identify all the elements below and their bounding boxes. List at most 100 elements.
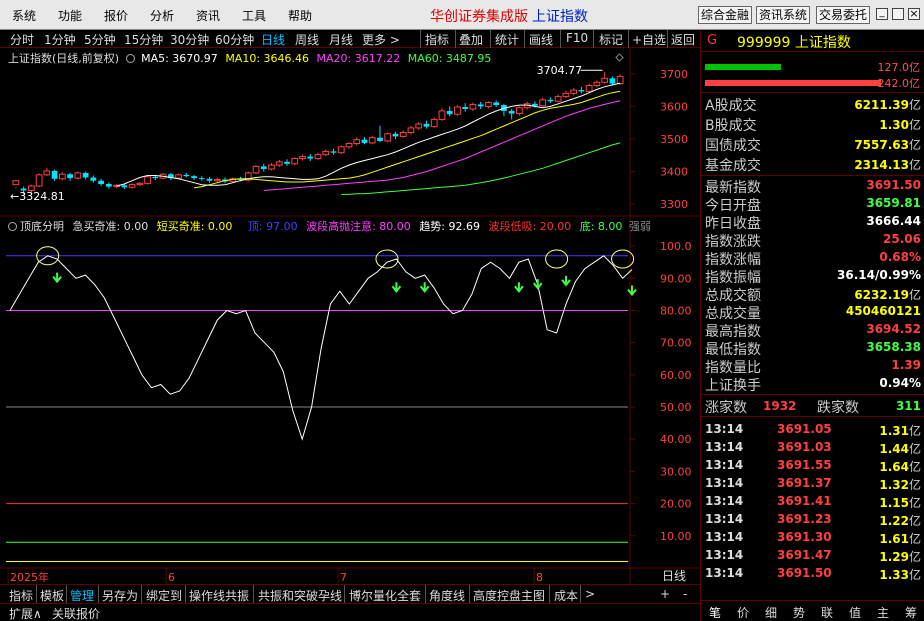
tool-draw[interactable]: 画线: [529, 31, 553, 48]
tab-divider: [469, 585, 470, 604]
y-tick-label: 3400: [660, 166, 688, 179]
period-monthly[interactable]: 月线: [329, 31, 353, 48]
tab-template[interactable]: 模板: [40, 587, 64, 604]
info-row-prev-close: 昨日收盘 3666.44: [701, 212, 924, 232]
period-more[interactable]: 更多 >: [362, 31, 400, 48]
sell-arrow-icon: [532, 279, 543, 290]
candle-body: [128, 184, 136, 188]
tab-detail[interactable]: 细: [765, 604, 777, 621]
info-value: 3694.52: [866, 322, 921, 336]
menu-function[interactable]: 功能: [58, 7, 82, 24]
period-15min[interactable]: 15分钟: [124, 31, 163, 48]
candle-body: [213, 178, 221, 182]
linked-quote-button[interactable]: 关联报价: [52, 605, 100, 621]
chart-area[interactable]: 3700 3600 3500 3400 3300 3704.77 ←3324.81 100.0…: [0, 48, 700, 584]
candle-body: [368, 137, 376, 144]
tab-trend[interactable]: 势: [793, 604, 805, 621]
minimize-icon[interactable]: _: [876, 8, 888, 20]
menu-news[interactable]: 资讯: [196, 7, 220, 24]
info-row-volume: 总成交量 450460121: [701, 302, 924, 322]
osc-item-short-buy: 短买奇准: 0.00: [156, 220, 233, 233]
tab-bind-to[interactable]: 绑定到: [146, 587, 182, 604]
tab-value[interactable]: 值: [849, 604, 861, 621]
tool-f10[interactable]: F10: [566, 31, 588, 45]
tab-linked[interactable]: 联: [821, 604, 833, 621]
news-system-button[interactable]: 资讯系统: [756, 6, 811, 24]
info-value: 3658.38: [866, 340, 921, 354]
osc-item-top: 顶: 97.00: [247, 220, 298, 233]
period-5min[interactable]: 5分钟: [84, 31, 116, 48]
candle-body: [183, 174, 190, 177]
candle-body: [67, 174, 73, 179]
period-weekly[interactable]: 周线: [295, 31, 319, 48]
kline-chart[interactable]: 3700 3600 3500 3400 3300 3704.77 ←3324.81 100.0…: [0, 48, 700, 584]
period-60min[interactable]: 60分钟: [215, 31, 254, 48]
tool-indicator[interactable]: 指标: [425, 31, 449, 48]
candle-body: [609, 78, 616, 84]
tool-back[interactable]: 返回: [671, 31, 695, 48]
tab-chips[interactable]: 筹: [905, 604, 917, 621]
zoom-in-button[interactable]: +: [660, 587, 670, 601]
top-signal-circle: [375, 249, 399, 269]
oscillator-name: 顶底分明: [20, 220, 64, 233]
candle-body: [438, 110, 446, 120]
info-value: 3659.81: [866, 196, 921, 210]
settings-icon[interactable]: [125, 54, 135, 63]
tab-manage[interactable]: 管理: [70, 587, 94, 604]
trade-order-button[interactable]: 交易委托: [816, 6, 871, 24]
menu-tools[interactable]: 工具: [242, 7, 266, 24]
period-30min[interactable]: 30分钟: [170, 31, 209, 48]
tab-cost[interactable]: 成本: [554, 587, 578, 604]
tab-save-as[interactable]: 另存为: [102, 587, 138, 604]
menu-help[interactable]: 帮助: [288, 7, 312, 24]
info-value: 3691.50: [866, 178, 921, 192]
candle-body: [121, 185, 128, 188]
info-row-amplitude: 指数振幅 36.14/0.99%: [701, 266, 924, 286]
info-row-open: 今日开盘 3659.81: [701, 194, 924, 214]
tab-trades[interactable]: 笔: [709, 604, 721, 621]
candle-body: [593, 81, 601, 87]
integrated-finance-button[interactable]: 综合金融: [698, 6, 753, 24]
maximize-icon[interactable]: [892, 8, 904, 20]
toolbar-divider: [560, 30, 561, 48]
app-brand: 华创证券集成版: [430, 9, 528, 25]
y-tick-label: 20.00: [660, 498, 692, 511]
tool-stats[interactable]: 统计: [495, 31, 519, 48]
tab-control-main[interactable]: 高度控盘主图: [473, 587, 545, 604]
candle-body: [322, 150, 330, 156]
toolbar-divider: [667, 30, 668, 48]
tool-overlay[interactable]: 叠加: [459, 31, 483, 48]
x-tick-label: 2025年: [10, 570, 49, 584]
candle-body: [268, 164, 275, 170]
tab-quant-set[interactable]: 博尔量化全套: [349, 587, 421, 604]
menu-quote[interactable]: 报价: [104, 7, 128, 24]
info-row-turnover-rate: 上证换手 0.94%: [701, 374, 924, 394]
period-1min[interactable]: 1分钟: [44, 31, 76, 48]
tab-breakout[interactable]: 共振和突破孕线: [258, 587, 342, 604]
tab-main[interactable]: 主: [877, 604, 889, 621]
tab-price[interactable]: 价: [737, 604, 749, 621]
info-row-low: 最低指数 3658.38: [701, 338, 924, 358]
tick-row: 13:14 3691.47 1.29亿: [705, 548, 921, 564]
period-daily[interactable]: 日线: [261, 31, 285, 48]
candle-body: [539, 99, 547, 107]
zoom-out-button[interactable]: -: [683, 587, 687, 601]
oscillator-settings-icon[interactable]: [8, 222, 17, 231]
tab-angle-line[interactable]: 角度线: [429, 587, 465, 604]
menu-analysis[interactable]: 分析: [150, 7, 174, 24]
period-timeshare[interactable]: 分时: [10, 31, 34, 48]
tab-scroll-right[interactable]: >: [585, 587, 595, 601]
candle-body: [353, 139, 361, 145]
y-tick-label: 40.00: [660, 433, 692, 446]
close-icon[interactable]: ×: [908, 8, 920, 20]
tab-resonance-line[interactable]: 操作线共振: [189, 587, 249, 604]
candle-body: [446, 110, 453, 115]
info-value: 6232.19亿: [854, 288, 921, 302]
tool-mark[interactable]: 标记: [599, 31, 623, 48]
menu-system[interactable]: 系统: [12, 7, 36, 24]
expand-button[interactable]: 扩展∧: [9, 605, 42, 621]
tool-add-watchlist[interactable]: +自选: [632, 31, 666, 48]
tab-indicator[interactable]: 指标: [9, 587, 33, 604]
candle-body: [105, 184, 112, 187]
sell-arrow-icon: [561, 275, 571, 287]
